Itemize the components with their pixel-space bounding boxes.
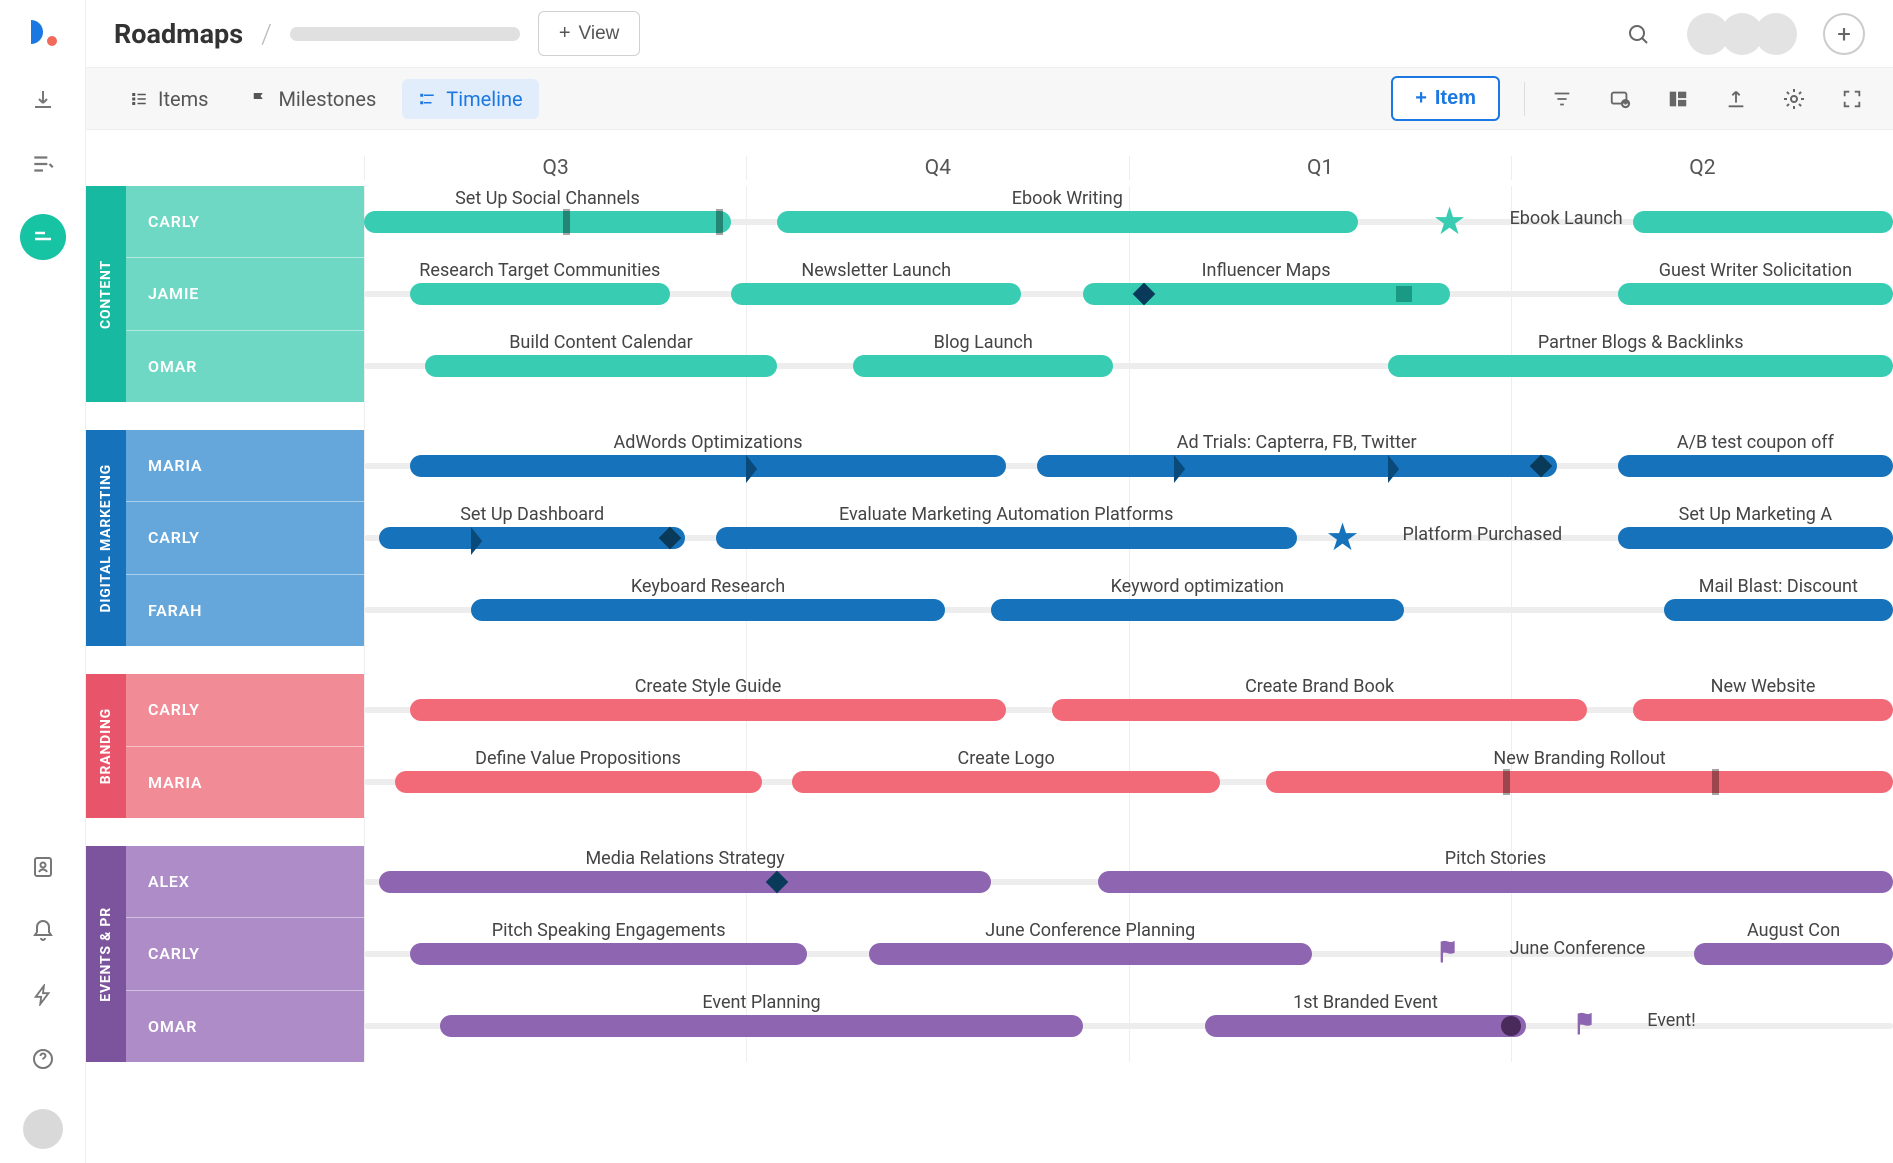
timeline-bar[interactable]: Blog Launch xyxy=(853,355,1113,377)
swimlane-tab[interactable]: CONTENT xyxy=(86,186,126,402)
top-bar: Roadmaps / +View + xyxy=(86,0,1893,68)
collaborator-avatars[interactable] xyxy=(1687,13,1797,55)
swimlane: EVENTS & PRALEXCARLYOMARMedia Relations … xyxy=(86,846,1893,1062)
timeline-bar[interactable]: Set Up Social Channels xyxy=(364,211,731,233)
export-icon[interactable] xyxy=(1723,86,1749,112)
filter-icon[interactable] xyxy=(1549,86,1575,112)
timeline-bar[interactable]: Guest Writer Solicitation xyxy=(1618,283,1893,305)
swimlane: BRANDINGCARLYMARIACreate Style GuideCrea… xyxy=(86,674,1893,818)
milestone-star[interactable]: ★Ebook Launch xyxy=(1450,203,1484,241)
timeline-bar[interactable]: Create Brand Book xyxy=(1052,699,1587,721)
tab-timeline[interactable]: Timeline xyxy=(402,79,538,119)
timeline-row: Set Up Dashboard Evaluate Marketing Autom… xyxy=(364,502,1893,574)
timeline-row: Media Relations Strategy Pitch Stories xyxy=(364,846,1893,918)
milestone-flag[interactable]: June Conference xyxy=(1450,937,1478,971)
swimlane-tab[interactable]: BRANDING xyxy=(86,674,126,818)
timeline-bar[interactable]: New Branding Rollout xyxy=(1266,771,1893,793)
view-button[interactable]: +View xyxy=(538,11,641,56)
timeline-bar[interactable]: Mail Blast: Discount xyxy=(1664,599,1893,621)
milestone-star[interactable]: ★Platform Purchased xyxy=(1343,519,1377,557)
timeline-bar[interactable]: Create Logo xyxy=(792,771,1220,793)
link-icon[interactable] xyxy=(1607,86,1633,112)
timeline-row: Event Planning 1st Branded Event Event! xyxy=(364,990,1893,1062)
timeline-bar[interactable] xyxy=(1633,211,1893,233)
help-icon[interactable] xyxy=(29,1045,57,1073)
timeline-bar[interactable]: August Con xyxy=(1694,943,1893,965)
timeline-bar[interactable]: Influencer Maps xyxy=(1083,283,1450,305)
swimlane: CONTENTCARLYJAMIEOMARSet Up Social Chann… xyxy=(86,186,1893,402)
timeline-bar[interactable]: Keyboard Research xyxy=(471,599,945,621)
timeline-bar[interactable]: Research Target Communities xyxy=(410,283,670,305)
add-item-button[interactable]: +Item xyxy=(1391,76,1500,121)
timeline-bar[interactable]: Newsletter Launch xyxy=(731,283,1022,305)
swimlane-person[interactable]: CARLY xyxy=(126,186,364,257)
timeline-row: Create Style Guide Create Brand Book New W… xyxy=(364,674,1893,746)
timeline-bar[interactable]: Set Up Marketing A xyxy=(1618,527,1893,549)
milestone-flag[interactable]: Event! xyxy=(1587,1009,1615,1043)
timeline-bar[interactable]: Ebook Writing xyxy=(777,211,1358,233)
swimlane-person[interactable]: JAMIE xyxy=(126,257,364,329)
bolt-icon[interactable] xyxy=(29,981,57,1009)
quarter-header: Q2 xyxy=(1511,156,1893,180)
bell-icon[interactable] xyxy=(29,917,57,945)
swimlane-person[interactable]: ALEX xyxy=(126,846,364,917)
page-title: Roadmaps xyxy=(114,18,243,50)
quarter-header: Q1 xyxy=(1129,156,1511,180)
fullscreen-icon[interactable] xyxy=(1839,86,1865,112)
timeline-row: Research Target Communities Newsletter La… xyxy=(364,258,1893,330)
gear-icon[interactable] xyxy=(1781,86,1807,112)
timeline-bar[interactable]: Evaluate Marketing Automation Platforms xyxy=(716,527,1297,549)
timeline-view: Q3Q4Q1Q2 CONTENTCARLYJAMIEOMARSet Up Soc… xyxy=(86,130,1893,1163)
breadcrumb-placeholder xyxy=(290,27,520,41)
timeline-bar[interactable]: Media Relations Strategy xyxy=(379,871,991,893)
timeline-bar[interactable]: Event Planning xyxy=(440,1015,1082,1037)
user-avatar[interactable] xyxy=(23,1109,63,1149)
app-logo xyxy=(25,14,61,50)
timeline-bar[interactable]: 1st Branded Event xyxy=(1205,1015,1526,1037)
timeline-bar[interactable]: New Website xyxy=(1633,699,1893,721)
timeline-bar[interactable]: June Conference Planning xyxy=(869,943,1312,965)
quarter-header: Q4 xyxy=(746,156,1128,180)
timeline-bar[interactable]: Partner Blogs & Backlinks xyxy=(1388,355,1893,377)
search-icon[interactable] xyxy=(1625,21,1651,47)
swimlane-person[interactable]: FARAH xyxy=(126,574,364,646)
layout-icon[interactable] xyxy=(1665,86,1691,112)
tab-milestones[interactable]: Milestones xyxy=(234,79,392,119)
timeline-bar[interactable]: Set Up Dashboard xyxy=(379,527,685,549)
timeline-bar[interactable]: Keyword optimization xyxy=(991,599,1404,621)
timeline-bar[interactable]: Pitch Speaking Engagements xyxy=(410,943,808,965)
swimlane: DIGITAL MARKETINGMARIACARLYFARAHAdWords … xyxy=(86,430,1893,646)
quarter-header: Q3 xyxy=(364,156,746,180)
timeline-row: AdWords Optimizations Ad Trials: Capterra… xyxy=(364,430,1893,502)
timeline-row: Set Up Social Channels Ebook Writing ★Eboo… xyxy=(364,186,1893,258)
timeline-bar[interactable]: Define Value Propositions xyxy=(395,771,762,793)
contacts-icon[interactable] xyxy=(29,853,57,881)
swimlane-tab[interactable]: EVENTS & PR xyxy=(86,846,126,1062)
swimlane-tab[interactable]: DIGITAL MARKETING xyxy=(86,430,126,646)
timeline-bar[interactable]: AdWords Optimizations xyxy=(410,455,1006,477)
add-collaborator-button[interactable]: + xyxy=(1823,13,1865,55)
timeline-row: Define Value Propositions Create Logo New … xyxy=(364,746,1893,818)
swimlane-person[interactable]: CARLY xyxy=(126,501,364,573)
timeline-bar[interactable]: Build Content Calendar xyxy=(425,355,777,377)
timeline-bar[interactable]: A/B test coupon off xyxy=(1618,455,1893,477)
swimlane-person[interactable]: MARIA xyxy=(126,430,364,501)
swimlane-person[interactable]: OMAR xyxy=(126,990,364,1062)
timeline-bar[interactable]: Pitch Stories xyxy=(1098,871,1893,893)
timeline-row: Build Content Calendar Blog Launch Partner… xyxy=(364,330,1893,402)
sub-toolbar: Items Milestones Timeline +Item xyxy=(86,68,1893,130)
swimlane-person[interactable]: OMAR xyxy=(126,330,364,402)
timeline-row: Keyboard Research Keyword optimization Mai… xyxy=(364,574,1893,646)
download-icon[interactable] xyxy=(29,86,57,114)
swimlane-person[interactable]: CARLY xyxy=(126,917,364,989)
tab-items[interactable]: Items xyxy=(114,79,224,119)
timeline-icon[interactable] xyxy=(20,214,66,260)
timeline-bar[interactable]: Create Style Guide xyxy=(410,699,1006,721)
left-nav-rail xyxy=(0,0,86,1163)
swimlane-person[interactable]: MARIA xyxy=(126,746,364,819)
timeline-row: Pitch Speaking Engagements June Conferenc… xyxy=(364,918,1893,990)
swimlane-person[interactable]: CARLY xyxy=(126,674,364,746)
timeline-bar[interactable]: Ad Trials: Capterra, FB, Twitter xyxy=(1037,455,1557,477)
list-icon[interactable] xyxy=(29,150,57,178)
